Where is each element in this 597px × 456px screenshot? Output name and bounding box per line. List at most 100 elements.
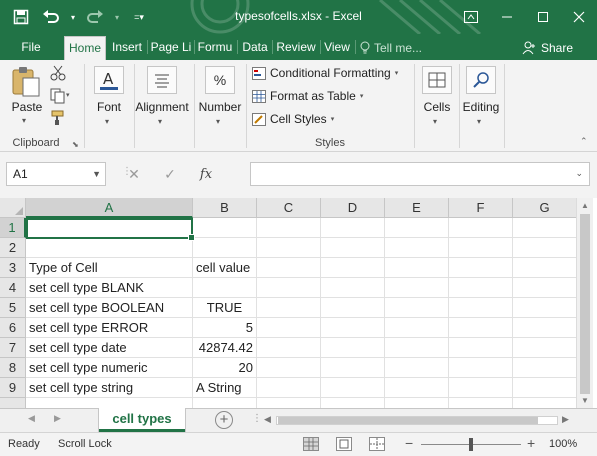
ribbon-display-options-icon[interactable] <box>453 0 489 34</box>
number-button[interactable]: % Number ▾ <box>198 64 242 128</box>
cell-a4[interactable]: set cell type BLANK <box>26 278 193 298</box>
cut-icon[interactable] <box>50 65 66 81</box>
cell-a9[interactable]: set cell type string <box>26 378 193 398</box>
tab-formulas[interactable]: Formu <box>195 36 235 60</box>
scroll-down-icon[interactable]: ▼ <box>581 396 589 405</box>
cell-b5[interactable]: TRUE <box>193 298 257 318</box>
sheet-bar-splitter-icon[interactable]: ⋮ <box>252 413 262 424</box>
column-header-g[interactable]: G <box>513 198 576 218</box>
cell-a5[interactable]: set cell type BOOLEAN <box>26 298 193 318</box>
cell-b8[interactable]: 20 <box>193 358 257 378</box>
next-sheet-icon[interactable]: ▶ <box>54 413 61 424</box>
grid-cell[interactable] <box>513 358 576 378</box>
cell-a6[interactable]: set cell type ERROR <box>26 318 193 338</box>
cell-b7[interactable]: 42874.42 <box>193 338 257 358</box>
column-header-f[interactable]: F <box>449 198 513 218</box>
grid-cell[interactable] <box>449 318 513 338</box>
grid-cell[interactable] <box>193 398 257 408</box>
grid-cell[interactable] <box>513 238 576 258</box>
grid-cell[interactable] <box>321 258 385 278</box>
grid-cell[interactable] <box>26 238 193 258</box>
grid-cell[interactable] <box>449 378 513 398</box>
close-icon[interactable] <box>561 0 597 34</box>
row-header-7[interactable]: 7 <box>0 338 26 358</box>
tab-view[interactable]: View <box>321 36 353 60</box>
grid-cell[interactable] <box>257 398 321 408</box>
add-sheet-icon[interactable]: + <box>215 411 233 429</box>
column-header-c[interactable]: C <box>257 198 321 218</box>
grid-cell[interactable] <box>257 358 321 378</box>
grid-cell[interactable] <box>385 318 449 338</box>
grid-cell[interactable] <box>385 238 449 258</box>
expand-formula-bar-icon[interactable]: ⌄ <box>575 168 583 179</box>
row-header-9[interactable]: 9 <box>0 378 26 398</box>
grid-cell[interactable] <box>449 338 513 358</box>
copy-icon[interactable]: ▾ <box>50 88 72 104</box>
grid-cell[interactable] <box>513 298 576 318</box>
zoom-out-icon[interactable]: − <box>405 435 413 451</box>
cell-b6[interactable]: 5 <box>193 318 257 338</box>
grid-cell[interactable] <box>257 318 321 338</box>
formula-input[interactable]: ⌄ <box>250 162 590 186</box>
worksheet-grid[interactable]: A B C D E F G 1 2 3 4 5 6 7 8 9 Type of … <box>0 198 576 408</box>
grid-cell[interactable] <box>321 398 385 408</box>
column-header-b[interactable]: B <box>193 198 257 218</box>
tab-data[interactable]: Data <box>239 36 271 60</box>
row-header-2[interactable]: 2 <box>0 238 26 258</box>
grid-cell[interactable] <box>321 218 385 238</box>
grid-cell[interactable] <box>385 278 449 298</box>
previous-sheet-icon[interactable]: ◀ <box>28 413 35 424</box>
horizontal-scroll-thumb[interactable] <box>278 417 538 424</box>
row-header-4[interactable]: 4 <box>0 278 26 298</box>
tab-home[interactable]: Home <box>64 36 106 60</box>
format-as-table-button[interactable]: Format as Table ▾ <box>252 89 363 103</box>
insert-function-icon[interactable]: fx <box>188 167 224 182</box>
grid-cell[interactable] <box>257 238 321 258</box>
cancel-icon[interactable]: ✕ <box>116 166 152 183</box>
grid-cell[interactable] <box>321 338 385 358</box>
row-header-3[interactable]: 3 <box>0 258 26 278</box>
scroll-left-icon[interactable]: ◀ <box>264 414 271 425</box>
grid-cell[interactable] <box>26 398 193 408</box>
grid-cell[interactable] <box>385 298 449 318</box>
paste-button[interactable]: Paste ▾ <box>8 64 46 126</box>
grid-cell[interactable] <box>193 238 257 258</box>
sheet-tab-cell-types[interactable]: cell types <box>99 408 185 432</box>
grid-cell[interactable] <box>513 338 576 358</box>
grid-cell[interactable] <box>257 298 321 318</box>
grid-cell[interactable] <box>321 298 385 318</box>
row-header-6[interactable]: 6 <box>0 318 26 338</box>
cell-styles-button[interactable]: Cell Styles ▾ <box>252 112 334 126</box>
column-header-d[interactable]: D <box>321 198 385 218</box>
row-header-8[interactable]: 8 <box>0 358 26 378</box>
grid-cell[interactable] <box>385 258 449 278</box>
grid-cell[interactable] <box>385 398 449 408</box>
vertical-scroll-thumb[interactable] <box>580 214 590 394</box>
row-header-5[interactable]: 5 <box>0 298 26 318</box>
grid-cell[interactable] <box>385 378 449 398</box>
horizontal-scrollbar[interactable]: ◀ ▶ <box>262 413 574 428</box>
tab-review[interactable]: Review <box>273 36 319 60</box>
editing-button[interactable]: Editing ▾ <box>461 64 501 128</box>
zoom-level[interactable]: 100% <box>549 438 577 450</box>
grid-cell[interactable] <box>513 278 576 298</box>
grid-cell[interactable] <box>449 398 513 408</box>
grid-cell[interactable] <box>513 378 576 398</box>
tab-file[interactable]: File <box>14 36 48 60</box>
grid-cell[interactable] <box>193 218 257 238</box>
cell-a3[interactable]: Type of Cell <box>26 258 193 278</box>
clipboard-launcher-icon[interactable]: ⬊ <box>72 140 79 149</box>
cell-a7[interactable]: set cell type date <box>26 338 193 358</box>
tell-me-box[interactable]: Tell me... <box>360 36 432 60</box>
grid-cell[interactable] <box>257 218 321 238</box>
grid-cell[interactable] <box>257 258 321 278</box>
grid-cell[interactable] <box>321 358 385 378</box>
page-layout-view-icon[interactable] <box>336 437 352 451</box>
row-header-10[interactable] <box>0 398 26 408</box>
collapse-ribbon-icon[interactable]: ⌃ <box>580 136 588 147</box>
scroll-right-icon[interactable]: ▶ <box>562 414 569 425</box>
cell-b3[interactable]: cell value <box>193 258 257 278</box>
grid-cell[interactable] <box>449 278 513 298</box>
normal-view-icon[interactable] <box>303 437 319 451</box>
grid-cell[interactable] <box>321 278 385 298</box>
